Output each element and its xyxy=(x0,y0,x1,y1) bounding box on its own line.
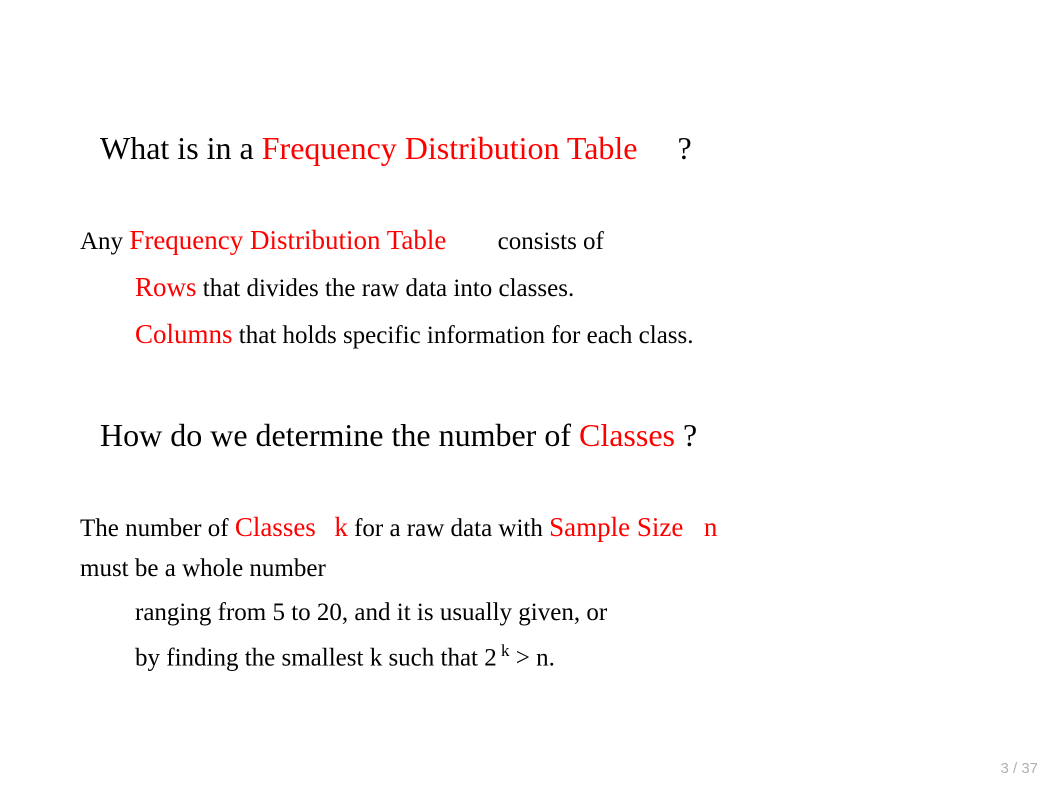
section2-line4: by finding the smallest k such that 2 k … xyxy=(80,637,982,678)
page-number: 3 / 37 xyxy=(1000,760,1038,777)
page-separator: / xyxy=(1009,760,1022,777)
s1-l2-red: Rows xyxy=(135,272,197,302)
s2-l1-var1: k xyxy=(334,512,348,542)
heading1-qmark: ? xyxy=(678,130,692,166)
section2-heading: How do we determine the number of Classe… xyxy=(80,417,982,454)
s2-l2: must be a whole number xyxy=(80,555,326,582)
s2-l1-red2: Sample Size xyxy=(549,512,683,542)
section2-body: The number of Classes k for a raw data w… xyxy=(80,506,982,679)
section1-line2: Rows that divides the raw data into clas… xyxy=(80,266,982,309)
s1-l2-post: that divides the raw data into classes. xyxy=(197,275,575,302)
section2-line1: The number of Classes k for a raw data w… xyxy=(80,506,982,549)
heading2-pre: How do we determine the number of xyxy=(100,417,579,453)
heading2-red-term: Classes xyxy=(579,417,675,453)
heading1-pre: What is in a xyxy=(100,130,262,166)
s1-l1-pre: Any xyxy=(80,228,129,255)
s1-l1-post: consists of xyxy=(491,228,604,255)
s1-l1-red: Frequency Distribution Table xyxy=(129,225,446,255)
s2-l1-red1: Classes xyxy=(235,512,316,542)
page-current: 3 xyxy=(1000,760,1008,777)
page-total: 37 xyxy=(1021,760,1038,777)
heading1-red-term: Frequency Distribution Table xyxy=(262,130,638,166)
s2-l1-pre: The number of xyxy=(80,515,235,542)
s1-l3-post: that holds specific information for each… xyxy=(233,322,694,349)
s2-l1-var2: n xyxy=(704,512,718,542)
s2-l4-sup: k xyxy=(497,641,510,660)
heading2-qmark: ? xyxy=(675,417,697,453)
s1-l3-red: Columns xyxy=(135,319,233,349)
s2-l3: ranging from 5 to 20, and it is usually … xyxy=(135,599,607,626)
s2-l1-mid: for a raw data with xyxy=(354,515,549,542)
section1-line3: Columns that holds specific information … xyxy=(80,313,982,356)
section1-heading: What is in a Frequency Distribution Tabl… xyxy=(80,130,982,167)
section2-line2: must be a whole number xyxy=(80,549,982,589)
section1-body: Any Frequency Distribution Table consist… xyxy=(80,219,982,357)
section2-line3: ranging from 5 to 20, and it is usually … xyxy=(80,593,982,633)
section1-line1: Any Frequency Distribution Table consist… xyxy=(80,219,982,262)
s2-l4-pre: by finding the smallest k such that 2 xyxy=(135,644,497,671)
s2-l4-post: > n. xyxy=(510,644,555,671)
